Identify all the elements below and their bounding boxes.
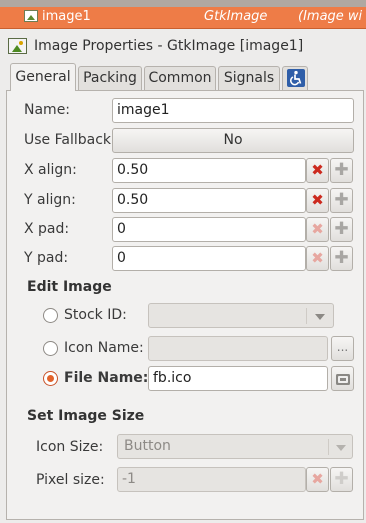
icon-size-label: Icon Size: <box>36 439 104 455</box>
plus-icon: ✚ <box>334 219 349 239</box>
close-icon: ✖ <box>311 470 324 488</box>
set-image-size-heading: Set Image Size <box>27 408 145 424</box>
icon-name-field[interactable] <box>148 336 328 361</box>
tab-signals[interactable]: Signals <box>218 66 280 90</box>
file-name-label: File Name: <box>64 370 149 386</box>
combo-separator <box>328 439 329 455</box>
chevron-down-icon <box>315 314 325 320</box>
edit-image-heading: Edit Image <box>27 279 112 295</box>
name-label: Name: <box>24 102 71 118</box>
combo-separator <box>306 308 307 324</box>
x-pad-label: X pad: <box>24 221 70 237</box>
pixel-size-label: Pixel size: <box>36 472 105 488</box>
x-align-translate-button[interactable]: ✚ <box>330 158 353 183</box>
y-align-reset-button[interactable]: ✖ <box>306 188 329 213</box>
tab-common[interactable]: Common <box>144 66 216 90</box>
close-icon: ✖ <box>311 161 324 179</box>
editor-title: Image Properties - GtkImage [image1] <box>34 38 304 54</box>
tree-row-extra: (Image wi <box>298 9 363 24</box>
y-pad-reset-button[interactable]: ✖ <box>306 246 329 271</box>
widget-tree-selected-row[interactable]: image1 GtkImage (Image wi <box>0 0 366 29</box>
file-name-radio[interactable] <box>43 371 58 386</box>
plus-icon: ✚ <box>334 160 349 180</box>
tree-row-strip <box>0 0 366 7</box>
x-pad-field[interactable]: 0 <box>112 217 306 242</box>
x-pad-reset-button[interactable]: ✖ <box>306 217 329 242</box>
icon-name-browse-button[interactable]: ... <box>331 336 354 361</box>
image-widget-icon <box>8 38 27 54</box>
tab-general[interactable]: General <box>10 63 76 91</box>
x-align-field[interactable]: 0.50 <box>112 158 306 183</box>
plus-icon: ✚ <box>334 248 349 268</box>
stock-id-label: Stock ID: <box>64 307 127 323</box>
pixel-size-field[interactable]: -1 <box>117 467 306 492</box>
chevron-down-icon <box>336 445 346 451</box>
close-icon: ✖ <box>311 191 324 209</box>
y-align-field[interactable]: 0.50 <box>112 188 306 213</box>
y-pad-label: Y pad: <box>24 250 69 266</box>
y-align-label: Y align: <box>24 192 76 208</box>
name-field[interactable]: image1 <box>112 98 354 123</box>
accessibility-icon <box>287 69 305 87</box>
x-align-label: X align: <box>24 162 77 178</box>
folder-icon <box>335 374 350 385</box>
plus-icon: ✚ <box>334 190 349 210</box>
tree-row-class: GtkImage <box>204 9 268 24</box>
y-align-translate-button[interactable]: ✚ <box>330 188 353 213</box>
editor-title-row: Image Properties - GtkImage [image1] <box>8 37 358 57</box>
tab-packing[interactable]: Packing <box>78 66 142 90</box>
x-pad-translate-button[interactable]: ✚ <box>330 217 353 242</box>
x-align-reset-button[interactable]: ✖ <box>306 158 329 183</box>
icon-name-label: Icon Name: <box>64 340 144 356</box>
file-name-field[interactable]: fb.ico <box>148 366 328 391</box>
plus-icon: ✚ <box>334 469 349 489</box>
use-fallback-label: Use Fallback: <box>24 132 116 148</box>
y-pad-translate-button[interactable]: ✚ <box>330 246 353 271</box>
image-widget-icon <box>24 10 38 22</box>
pixel-size-translate-button[interactable]: ✚ <box>330 467 353 492</box>
close-icon: ✖ <box>311 220 324 238</box>
icon-name-radio[interactable] <box>43 341 58 356</box>
y-pad-field[interactable]: 0 <box>112 246 306 271</box>
tab-accessibility[interactable] <box>282 66 308 90</box>
use-fallback-toggle[interactable]: No <box>112 128 354 153</box>
pixel-size-reset-button[interactable]: ✖ <box>306 467 329 492</box>
icon-size-combo[interactable]: Button <box>117 434 353 459</box>
tree-row-name: image1 <box>42 9 91 24</box>
file-chooser-button[interactable] <box>331 366 354 391</box>
stock-id-radio[interactable] <box>43 308 58 323</box>
close-icon: ✖ <box>311 249 324 267</box>
